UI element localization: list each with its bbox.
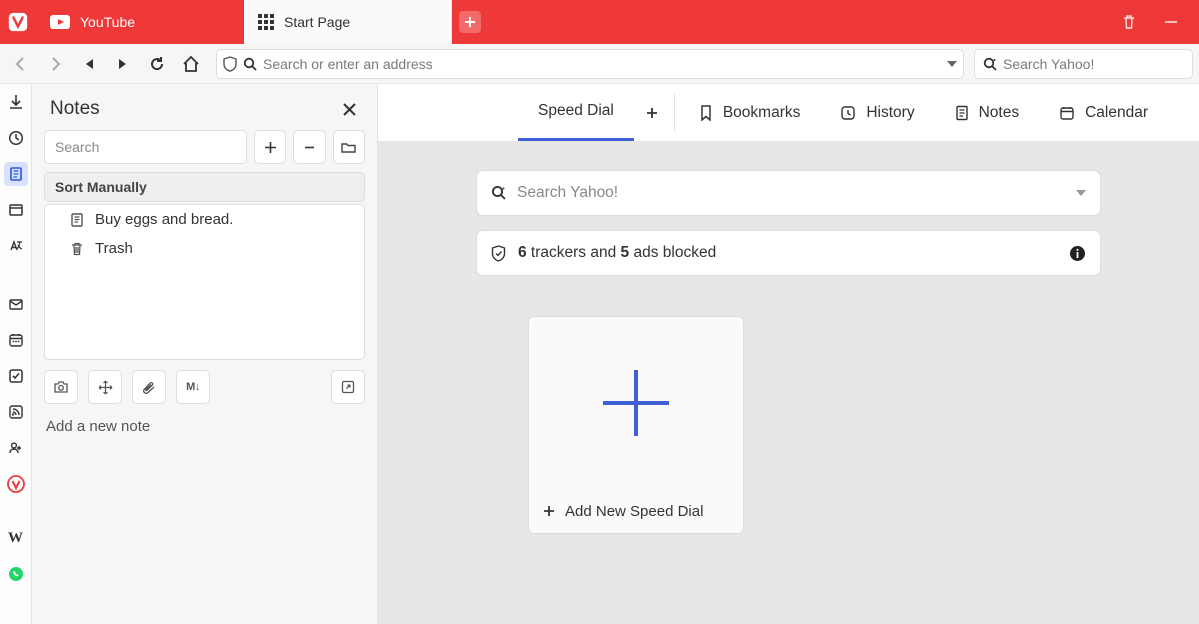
rail-tasks[interactable] — [4, 364, 28, 388]
rail-calendar[interactable] — [4, 328, 28, 352]
new-folder-button[interactable] — [333, 130, 365, 164]
markdown-button[interactable]: M↓ — [176, 370, 210, 404]
tab-notes[interactable]: Notes — [935, 84, 1040, 141]
plus-icon — [543, 505, 555, 517]
attach-button[interactable] — [132, 370, 166, 404]
rail-downloads[interactable] — [4, 90, 28, 114]
note-item-label: Buy eggs and bread. — [95, 211, 233, 228]
trash-item[interactable]: Trash — [45, 234, 364, 263]
rewind-button[interactable] — [74, 49, 104, 79]
plus-icon — [464, 16, 476, 28]
plus-icon — [597, 364, 675, 442]
camera-icon — [53, 380, 69, 394]
tab-youtube[interactable]: YouTube — [36, 0, 244, 44]
rail-notes[interactable] — [4, 162, 28, 186]
search-engine-field[interactable] — [974, 49, 1193, 79]
privacy-text: 6 trackers and 5 ads blocked — [518, 244, 716, 262]
tab-startpage-label: Start Page — [284, 14, 350, 30]
rail-history[interactable] — [4, 126, 28, 150]
trash-item-label: Trash — [95, 240, 133, 257]
add-note-button[interactable] — [254, 130, 286, 164]
tab-bookmarks[interactable]: Bookmarks — [679, 84, 821, 141]
rail-whatsapp[interactable] — [4, 562, 28, 586]
trash-icon — [69, 241, 85, 257]
window-controls — [1101, 0, 1199, 44]
remove-note-button[interactable] — [293, 130, 325, 164]
sort-label: Sort Manually — [55, 179, 147, 195]
add-group-button[interactable] — [634, 84, 670, 141]
notes-icon — [955, 105, 969, 121]
url-dropdown-icon[interactable] — [947, 61, 957, 67]
notes-search-input[interactable] — [55, 139, 236, 155]
rail-contacts[interactable] — [4, 436, 28, 460]
plus-icon — [646, 107, 658, 119]
capture-button[interactable] — [44, 370, 78, 404]
move-button[interactable] — [88, 370, 122, 404]
add-speed-dial-tile[interactable]: Add New Speed Dial — [528, 316, 744, 534]
rail-vivaldi[interactable] — [4, 472, 28, 496]
new-note-placeholder[interactable]: Add a new note — [32, 414, 377, 435]
speed-dial-search[interactable] — [476, 170, 1101, 216]
search-icon — [983, 57, 997, 71]
tab-youtube-label: YouTube — [80, 14, 135, 30]
addressbar — [0, 44, 1199, 84]
bookmark-icon — [699, 105, 713, 121]
grid-icon — [258, 14, 274, 30]
titlebar: YouTube Start Page — [0, 0, 1199, 44]
start-page-tabs: Speed Dial Bookmarks History Notes Calen… — [378, 84, 1199, 142]
rail-mail[interactable] — [4, 292, 28, 316]
vivaldi-logo[interactable] — [0, 0, 36, 44]
new-tab-button[interactable] — [452, 0, 488, 44]
url-input[interactable] — [263, 56, 941, 72]
notes-search[interactable] — [44, 130, 247, 164]
tab-speed-dial[interactable]: Speed Dial — [518, 84, 634, 141]
expand-button[interactable] — [331, 370, 365, 404]
trash-icon[interactable] — [1121, 14, 1137, 30]
chevron-down-icon[interactable] — [1076, 190, 1086, 196]
fastforward-button[interactable] — [108, 49, 138, 79]
rail-window[interactable] — [4, 198, 28, 222]
expand-icon — [341, 380, 355, 394]
plus-icon — [264, 141, 277, 154]
vivaldi-icon — [7, 11, 29, 33]
notes-panel: Notes Sort Manually Buy eggs and bread. — [32, 84, 378, 624]
start-page-content: Speed Dial Bookmarks History Notes Calen… — [378, 84, 1199, 624]
note-item[interactable]: Buy eggs and bread. — [45, 205, 364, 234]
tab-calendar[interactable]: Calendar — [1039, 84, 1168, 141]
rail-translate[interactable] — [4, 234, 28, 258]
tab-startpage[interactable]: Start Page — [244, 0, 452, 44]
notes-list: Buy eggs and bread. Trash — [44, 204, 365, 360]
sort-dropdown[interactable]: Sort Manually — [44, 172, 365, 202]
panel-title: Notes — [50, 98, 100, 120]
add-speed-dial-label: Add New Speed Dial — [565, 503, 703, 520]
url-field-wrap[interactable] — [216, 49, 964, 79]
speed-dial-search-input[interactable] — [517, 184, 1066, 202]
panel-close-button[interactable] — [339, 99, 359, 119]
home-button[interactable] — [176, 49, 206, 79]
privacy-summary[interactable]: 6 trackers and 5 ads blocked — [476, 230, 1101, 276]
rail-wikipedia[interactable]: W — [4, 526, 28, 550]
search-icon — [491, 185, 507, 201]
back-button[interactable] — [6, 49, 36, 79]
move-icon — [98, 380, 113, 395]
forward-button[interactable] — [40, 49, 70, 79]
clock-icon — [840, 105, 856, 121]
reload-button[interactable] — [142, 49, 172, 79]
calendar-icon — [1059, 105, 1075, 121]
shield-icon — [223, 56, 237, 72]
rail-feeds[interactable] — [4, 400, 28, 424]
paperclip-icon — [141, 380, 157, 394]
info-icon[interactable] — [1069, 245, 1086, 262]
minus-icon — [303, 141, 316, 154]
tab-history[interactable]: History — [820, 84, 934, 141]
search-engine-input[interactable] — [1003, 56, 1184, 72]
search-icon — [243, 57, 257, 71]
folder-icon — [341, 141, 356, 154]
youtube-icon — [50, 15, 70, 29]
minimize-icon[interactable] — [1163, 14, 1179, 30]
note-icon — [69, 212, 85, 228]
panel-rail: W — [0, 84, 32, 624]
shield-icon — [491, 245, 506, 262]
